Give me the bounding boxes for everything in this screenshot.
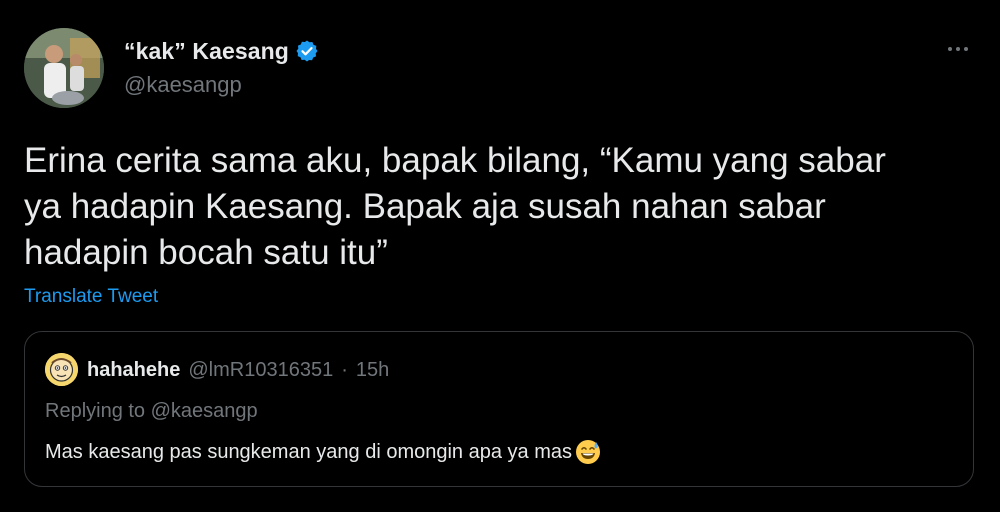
quoted-text-row: Mas kaesang pas sungkeman yang di omongi…: [45, 438, 602, 466]
verified-badge-icon: [295, 39, 319, 63]
quoted-author-avatar[interactable]: [45, 353, 78, 386]
tweet-text: Erina cerita sama aku, bapak bilang, “Ka…: [24, 141, 886, 272]
profile-photo-icon: [24, 28, 104, 108]
ellipsis-icon: [964, 47, 968, 51]
quoted-tweet-card[interactable]: hahahehe @lmR10316351 · 15h Replying to …: [24, 331, 974, 487]
separator-dot: ·: [341, 358, 348, 381]
quoted-timestamp[interactable]: 15h: [356, 359, 389, 382]
quoted-text: Mas kaesang pas sungkeman yang di omongi…: [45, 440, 572, 463]
quoted-handle[interactable]: @lmR10316351: [188, 359, 333, 382]
author-avatar[interactable]: [24, 28, 104, 108]
translate-tweet-link[interactable]: Translate Tweet: [24, 286, 158, 308]
quoted-display-name[interactable]: hahahehe: [87, 359, 180, 382]
cartoon-face-icon: [45, 353, 78, 386]
author-handle[interactable]: @kaesangp: [124, 72, 242, 98]
ellipsis-icon: [956, 47, 960, 51]
replying-to-label: Replying to @kaesangp: [45, 400, 258, 422]
quoted-header: hahahehe @lmR10316351 · 15h: [87, 356, 389, 384]
author-display-name[interactable]: “kak” Kaesang: [124, 38, 289, 65]
more-options-button[interactable]: [940, 34, 976, 64]
grinning-sweat-emoji-icon: [574, 438, 602, 466]
author-name-row: “kak” Kaesang: [124, 36, 319, 66]
ellipsis-icon: [948, 47, 952, 51]
